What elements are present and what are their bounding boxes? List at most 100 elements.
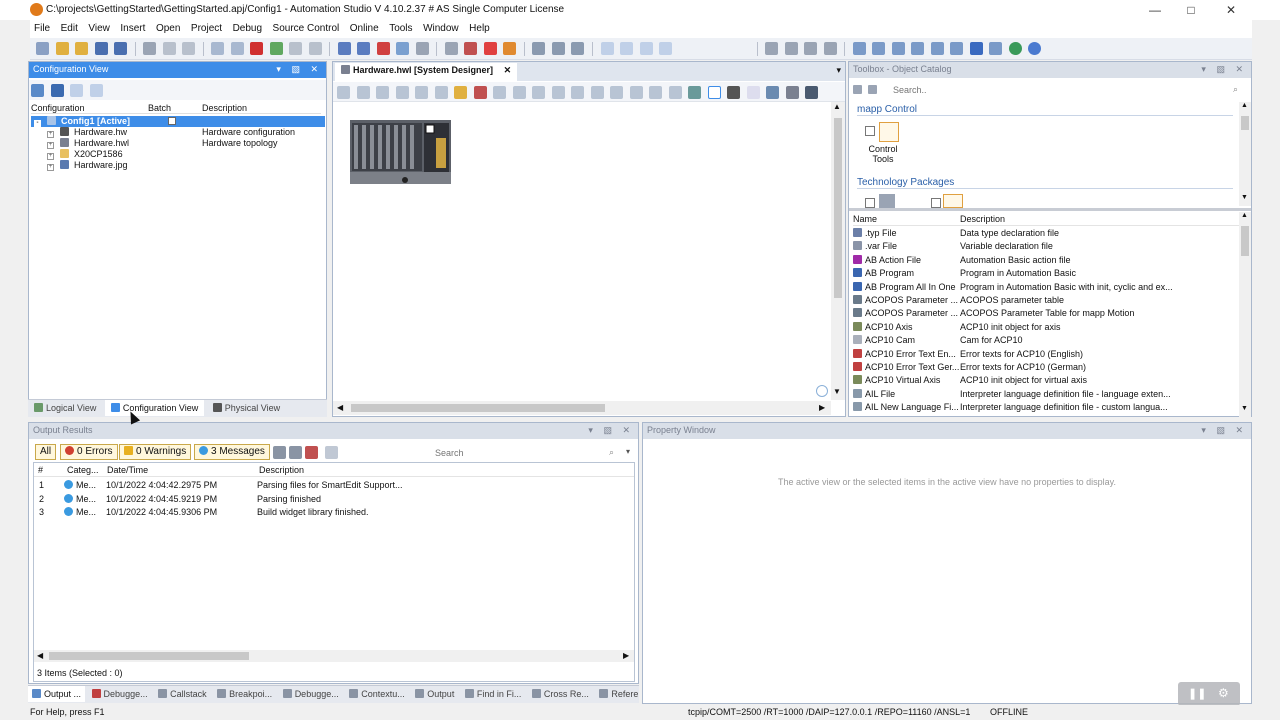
config-compare-icon[interactable]: [89, 84, 103, 97]
designer-tool-icon[interactable]: [337, 86, 350, 99]
cut-icon[interactable]: [143, 42, 157, 55]
save-all-icon[interactable]: [114, 42, 128, 55]
splitter[interactable]: [849, 208, 1251, 211]
warm-restart-icon[interactable]: [503, 42, 517, 55]
tools-icon[interactable]: [571, 42, 585, 55]
output-hscrollbar[interactable]: ◀ ▶: [34, 650, 634, 662]
delete-icon[interactable]: [250, 42, 264, 55]
tree-item-config1[interactable]: - Config1 [Active]: [31, 116, 325, 127]
search-icon[interactable]: ⌕: [609, 447, 614, 458]
tab-debugger-2[interactable]: Debugge...: [279, 686, 343, 702]
output-row[interactable]: 2 Me... 10/1/2022 4:04:45.9219 PM Parsin…: [34, 493, 634, 507]
menu-help[interactable]: Help: [465, 20, 494, 37]
checkbox[interactable]: [931, 198, 941, 208]
align-icon[interactable]: [668, 86, 682, 99]
minimize-button[interactable]: —: [1140, 2, 1170, 18]
catalog-item[interactable]: AB Program All In One Program in Automati…: [853, 281, 1239, 294]
expand-icon[interactable]: +: [47, 131, 54, 138]
transfer-icon[interactable]: [396, 42, 410, 55]
open-folder-icon[interactable]: [75, 42, 89, 55]
designer-tool-icon[interactable]: [434, 86, 448, 99]
col-batch[interactable]: Batch: [148, 103, 171, 113]
catalog-item[interactable]: AB Program Program in Automation Basic: [853, 267, 1239, 280]
scroll-thumb[interactable]: [1241, 226, 1249, 256]
filter-errors-button[interactable]: 0 Errors: [60, 444, 118, 460]
align-icon[interactable]: [512, 86, 526, 99]
scroll-down-icon[interactable]: ▼: [1241, 405, 1248, 412]
build-icon[interactable]: [337, 42, 351, 55]
checkbox[interactable]: [865, 126, 875, 136]
redo-icon[interactable]: [230, 42, 244, 55]
toolbox-upper-scrollbar[interactable]: ▲ ▼: [1239, 102, 1251, 206]
catalog-item[interactable]: ACP10 Axis ACP10 init object for axis: [853, 321, 1239, 334]
clear-icon[interactable]: [305, 446, 318, 459]
tab-callstack[interactable]: Callstack: [154, 686, 211, 702]
scroll-right-icon[interactable]: ▶: [623, 651, 629, 660]
batch-checkbox[interactable]: [168, 117, 176, 125]
col-description[interactable]: Description: [259, 465, 304, 475]
indent-icon[interactable]: [930, 42, 944, 55]
window-icon[interactable]: [600, 42, 614, 55]
tab-configuration-view[interactable]: Configuration View: [104, 400, 205, 416]
designer-tool-icon[interactable]: [376, 86, 390, 99]
step-icon[interactable]: [765, 42, 779, 55]
step-4-icon[interactable]: [823, 42, 837, 55]
panel-controls[interactable]: ▾ ▧ ✕: [1201, 425, 1247, 436]
catalog-scrollbar[interactable]: ▲ ▼: [1239, 212, 1251, 417]
panel-controls[interactable]: ▾ ▧ ✕: [588, 425, 634, 436]
text-icon[interactable]: [727, 86, 741, 99]
search-dropdown-icon[interactable]: ▾: [626, 447, 630, 456]
scroll-up-icon[interactable]: ▲: [1241, 102, 1248, 109]
menu-window[interactable]: Window: [419, 20, 463, 37]
designer-tool-icon[interactable]: [493, 86, 507, 99]
tree-item-hardware-jpg[interactable]: + Hardware.jpg: [47, 160, 327, 171]
col-name[interactable]: Name: [853, 214, 877, 224]
toolbox-search-input[interactable]: [893, 83, 1233, 97]
menu-project[interactable]: Project: [187, 20, 226, 37]
text-tool-icon[interactable]: [707, 86, 721, 99]
tab-output[interactable]: Output: [411, 686, 458, 702]
hscroll-thumb[interactable]: [351, 404, 605, 412]
vscroll-thumb[interactable]: [834, 118, 842, 298]
designer-hscrollbar[interactable]: ◀ ▶: [333, 401, 831, 415]
menu-source-control[interactable]: Source Control: [269, 20, 344, 37]
align-icon[interactable]: [551, 86, 565, 99]
filter-messages-button[interactable]: 3 Messages: [194, 444, 270, 460]
align-icon[interactable]: [610, 86, 624, 99]
expand-icon[interactable]: +: [47, 164, 54, 171]
scroll-down-icon[interactable]: ▼: [833, 387, 841, 396]
zoom-icon[interactable]: [816, 385, 828, 397]
properties-icon[interactable]: [289, 42, 303, 55]
expand-icon[interactable]: +: [47, 153, 54, 160]
arrow-down-icon[interactable]: [911, 42, 925, 55]
settings-gear-2-icon[interactable]: [551, 42, 565, 55]
sort-icon[interactable]: [852, 42, 866, 55]
simulation-icon[interactable]: [415, 42, 429, 55]
control-tools-item[interactable]: Control Tools: [865, 122, 915, 168]
open-icon[interactable]: [55, 42, 69, 55]
output-row[interactable]: 3 Me... 10/1/2022 4:04:45.9306 PM Build …: [34, 506, 634, 520]
align-icon[interactable]: [532, 86, 546, 99]
document-tab-hardware-hwl[interactable]: Hardware.hwl [System Designer] ✕: [335, 63, 518, 81]
catalog-item[interactable]: AIL File Interpreter language definition …: [853, 388, 1239, 401]
power-icon[interactable]: [483, 42, 497, 55]
globe-icon[interactable]: [1008, 42, 1022, 55]
catalog-item[interactable]: ACP10 Virtual Axis ACP10 init object for …: [853, 374, 1239, 387]
tree-item-hardware-hwl[interactable]: + Hardware.hwl Hardware topology: [47, 138, 327, 149]
align-icon[interactable]: [629, 86, 643, 99]
help-icon[interactable]: [1028, 42, 1042, 55]
catalog-item[interactable]: AIL New Language Fi... Interpreter langua…: [853, 401, 1239, 414]
bookmark-icon[interactable]: [989, 42, 1003, 55]
designer-tool-icon[interactable]: [415, 86, 429, 99]
scroll-right-icon[interactable]: ▶: [819, 403, 825, 412]
output-row[interactable]: 1 Me... 10/1/2022 4:04:42.2975 PM Parsin…: [34, 479, 634, 493]
panel-controls[interactable]: ▾ ▧ ✕: [276, 64, 322, 75]
menu-edit[interactable]: Edit: [57, 20, 82, 37]
designer-vscrollbar[interactable]: ▲ ▼: [831, 102, 845, 400]
tab-output-results[interactable]: Output ...: [28, 686, 86, 702]
expand-icon[interactable]: +: [47, 142, 54, 149]
tree-item-x20cp1586[interactable]: + X20CP1586: [47, 149, 327, 160]
col-datetime[interactable]: Date/Time: [107, 465, 148, 475]
collapse-icon[interactable]: -: [34, 120, 41, 127]
copy-icon[interactable]: [162, 42, 176, 55]
